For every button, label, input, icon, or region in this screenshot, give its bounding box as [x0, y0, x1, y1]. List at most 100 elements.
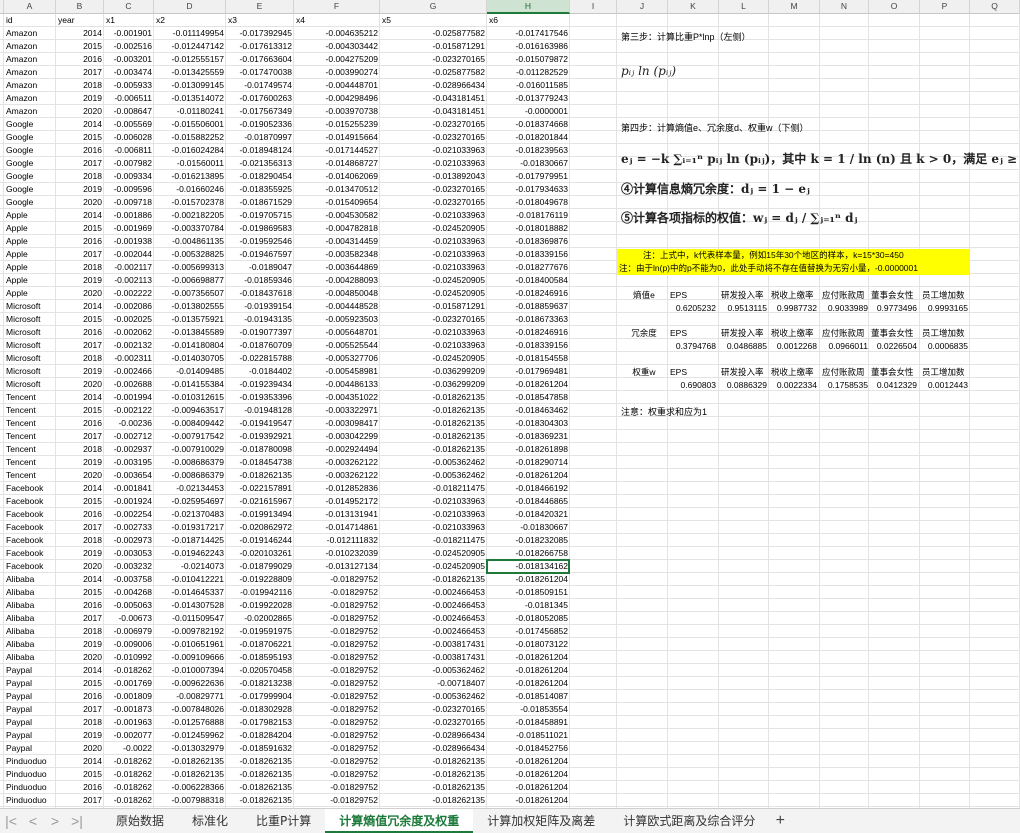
data-cell[interactable]: -0.021615967	[226, 495, 294, 508]
data-cell[interactable]: Amazon	[4, 27, 56, 40]
data-cell[interactable]: Alibaba	[4, 586, 56, 599]
data-cell[interactable]: 2014	[56, 118, 104, 131]
data-cell[interactable]: -0.013470512	[294, 183, 380, 196]
data-cell[interactable]: Google	[4, 170, 56, 183]
data-cell[interactable]: -0.01409485	[154, 365, 226, 378]
data-cell[interactable]: -0.002182205	[154, 209, 226, 222]
result-value[interactable]: 0.3794768	[668, 340, 718, 353]
data-cell[interactable]: -0.001994	[104, 391, 154, 404]
data-cell[interactable]: Google	[4, 157, 56, 170]
data-cell[interactable]: -0.002077	[104, 729, 154, 742]
data-cell[interactable]: 2017	[56, 612, 104, 625]
data-cell[interactable]: -0.002025	[104, 313, 154, 326]
data-cell[interactable]: -0.019705715	[226, 209, 294, 222]
data-cell[interactable]: -0.004861135	[154, 235, 226, 248]
data-cell[interactable]: Google	[4, 196, 56, 209]
data-cell[interactable]: -0.002122	[104, 404, 154, 417]
data-cell[interactable]: 2018	[56, 716, 104, 729]
data-cell[interactable]: Alibaba	[4, 612, 56, 625]
data-cell[interactable]: -0.019052336	[226, 118, 294, 131]
data-cell[interactable]: -0.018463462	[487, 404, 570, 417]
data-cell[interactable]: 2018	[56, 534, 104, 547]
data-cell[interactable]: -0.01749574	[226, 79, 294, 92]
data-cell[interactable]: 2014	[56, 300, 104, 313]
data-cell[interactable]: -0.007910029	[154, 443, 226, 456]
data-cell[interactable]: -0.004782818	[294, 222, 380, 235]
data-cell[interactable]: 2017	[56, 794, 104, 807]
data-cell[interactable]: -0.019869583	[226, 222, 294, 235]
data-cell[interactable]: -0.004635212	[294, 27, 380, 40]
data-cell[interactable]: -0.021033963	[380, 144, 487, 157]
data-cell[interactable]: -0.018369876	[487, 235, 570, 248]
data-cell[interactable]: Amazon	[4, 105, 56, 118]
data-cell[interactable]: -0.004448701	[294, 79, 380, 92]
data-cell[interactable]: -0.018277676	[487, 261, 570, 274]
data-cell[interactable]: 2017	[56, 430, 104, 443]
data-cell[interactable]: Microsoft	[4, 313, 56, 326]
data-cell[interactable]: -0.014868727	[294, 157, 380, 170]
data-cell[interactable]: -0.018284204	[226, 729, 294, 742]
data-cell[interactable]: Paypal	[4, 742, 56, 755]
data-cell[interactable]: -0.021033963	[380, 157, 487, 170]
data-cell[interactable]: -0.005569	[104, 118, 154, 131]
data-cell[interactable]: -0.015882252	[154, 131, 226, 144]
data-cell[interactable]: -0.009718	[104, 196, 154, 209]
data-cell[interactable]: Apple	[4, 222, 56, 235]
data-cell[interactable]: -0.005362462	[380, 690, 487, 703]
data-cell[interactable]: -0.019913494	[226, 508, 294, 521]
data-cell[interactable]: -0.015702378	[154, 196, 226, 209]
data-cell[interactable]: -0.002924494	[294, 443, 380, 456]
data-cell[interactable]: -0.015079872	[487, 53, 570, 66]
data-cell[interactable]: -0.01829752	[294, 742, 380, 755]
data-cell[interactable]: -0.004268	[104, 586, 154, 599]
data-cell[interactable]: -0.002688	[104, 378, 154, 391]
data-cell[interactable]: -0.018339156	[487, 339, 570, 352]
data-cell[interactable]: -0.018018882	[487, 222, 570, 235]
data-cell[interactable]: -0.010992	[104, 651, 154, 664]
data-cell[interactable]: -0.013845589	[154, 326, 226, 339]
data-cell[interactable]: -0.018452756	[487, 742, 570, 755]
data-cell[interactable]: -0.010232039	[294, 547, 380, 560]
data-cell[interactable]: -0.014062069	[294, 170, 380, 183]
data-cell[interactable]: -0.008686379	[154, 469, 226, 482]
data-cell[interactable]: -0.00829771	[154, 690, 226, 703]
data-cell[interactable]: -0.012459962	[154, 729, 226, 742]
data-cell[interactable]: -0.014307528	[154, 599, 226, 612]
data-cell[interactable]: -0.018355925	[226, 183, 294, 196]
data-cell[interactable]: -0.013779243	[487, 92, 570, 105]
data-cell[interactable]: -0.019317217	[154, 521, 226, 534]
data-cell[interactable]: -0.018262	[104, 755, 154, 768]
data-cell[interactable]: -0.021033963	[380, 235, 487, 248]
data-cell[interactable]: Alibaba	[4, 638, 56, 651]
data-cell[interactable]: -0.009782192	[154, 625, 226, 638]
data-cell[interactable]: -0.003654	[104, 469, 154, 482]
data-cell[interactable]: -0.023270165	[380, 313, 487, 326]
data-cell[interactable]: 2017	[56, 703, 104, 716]
data-cell[interactable]: -0.021356313	[226, 157, 294, 170]
data-cell[interactable]: -0.018262	[104, 794, 154, 807]
data-cell[interactable]: -0.002937	[104, 443, 154, 456]
data-cell[interactable]: -0.018859637	[487, 300, 570, 313]
data-cell[interactable]: -0.018511021	[487, 729, 570, 742]
data-cell[interactable]: -0.016213895	[154, 170, 226, 183]
data-cell[interactable]: Tencent	[4, 391, 56, 404]
column-title[interactable]: x4	[294, 14, 380, 27]
column-title[interactable]: id	[4, 14, 56, 27]
data-cell[interactable]: -0.003042299	[294, 430, 380, 443]
data-cell[interactable]: -0.002113	[104, 274, 154, 287]
data-cell[interactable]: -0.0189047	[226, 261, 294, 274]
data-cell[interactable]: -0.002466453	[380, 599, 487, 612]
data-cell[interactable]: -0.018261898	[487, 443, 570, 456]
data-cell[interactable]: -0.019228809	[226, 573, 294, 586]
data-cell[interactable]: -0.004275209	[294, 53, 380, 66]
data-cell[interactable]: -0.004298496	[294, 92, 380, 105]
result-value[interactable]: 0.0226504	[869, 340, 919, 353]
data-cell[interactable]: -0.003758	[104, 573, 154, 586]
data-cell[interactable]: -0.001769	[104, 677, 154, 690]
data-cell[interactable]: -0.01829752	[294, 586, 380, 599]
data-cell[interactable]: -0.009109666	[154, 651, 226, 664]
data-cell[interactable]: -0.017470038	[226, 66, 294, 79]
last-sheet-button[interactable]: >|	[66, 813, 88, 829]
data-cell[interactable]: -0.018262135	[380, 573, 487, 586]
data-cell[interactable]: -0.007848026	[154, 703, 226, 716]
